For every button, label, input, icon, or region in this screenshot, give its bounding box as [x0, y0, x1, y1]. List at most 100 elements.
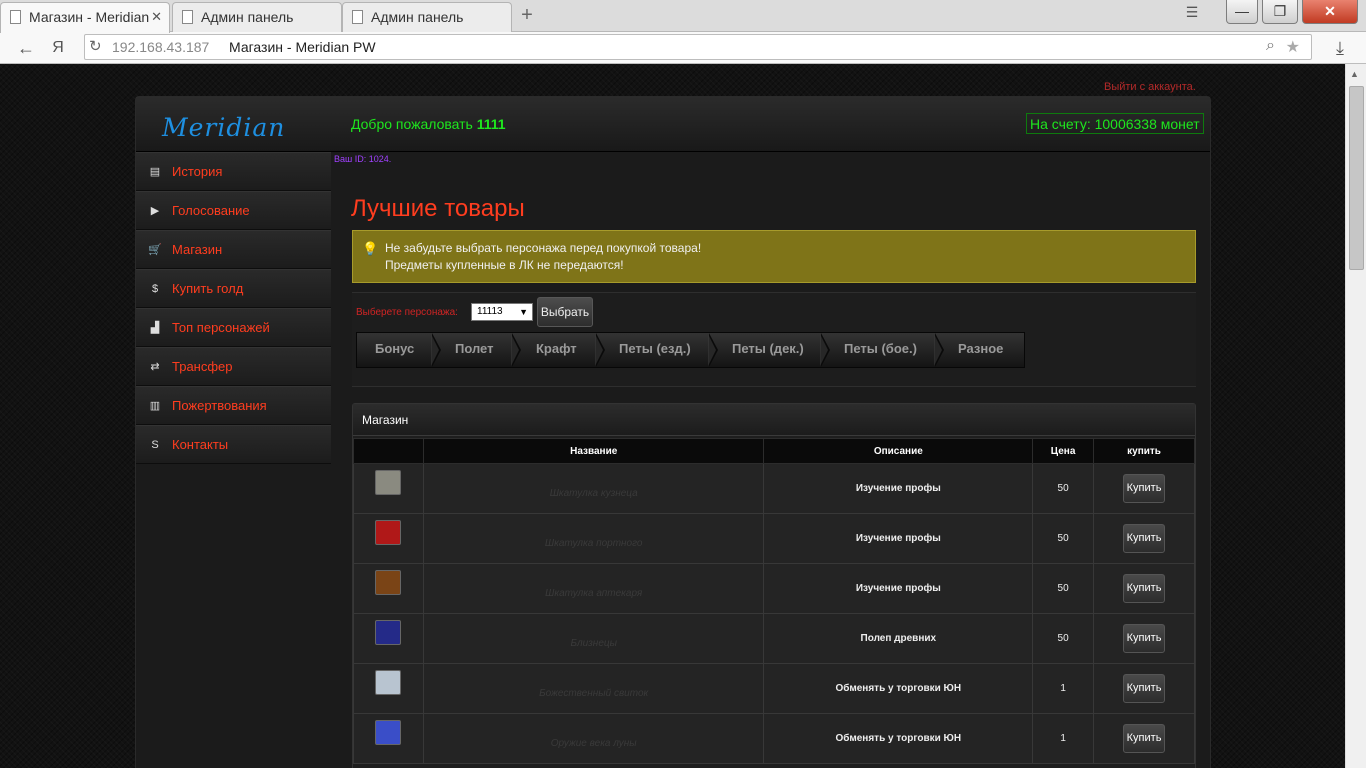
page-scrollbar[interactable]: ▲: [1345, 64, 1366, 768]
zoom-icon[interactable]: ⌕: [1266, 37, 1275, 55]
address-bar[interactable]: ↻ 192.168.43.187 Магазин - Meridian PW ⌕…: [84, 34, 1312, 60]
scrollbar-thumb[interactable]: [1349, 86, 1364, 270]
logout-link[interactable]: Выйти с аккаунта.: [1104, 81, 1196, 93]
tab-pets-battle[interactable]: Петы (бое.): [844, 333, 917, 367]
item-name: Шкатулка аптекаря: [422, 563, 765, 614]
tab-pets-mount[interactable]: Петы (езд.): [619, 333, 691, 367]
item-price: 50: [1032, 513, 1095, 564]
sidebar-item-vote[interactable]: ▶ Голосование: [136, 191, 331, 230]
sidebar-item-history[interactable]: ▤ История: [136, 152, 331, 191]
scroll-up-icon[interactable]: ▲: [1350, 69, 1359, 79]
shop-panel: Магазин Название Описание Цена купить Шк…: [352, 403, 1196, 768]
buy-button[interactable]: Купить: [1123, 674, 1166, 703]
item-icon: [375, 470, 402, 495]
download-icon[interactable]: ⤓: [1328, 36, 1352, 60]
character-select[interactable]: 11113 ▼: [471, 303, 533, 321]
back-icon[interactable]: ←: [14, 36, 38, 60]
bookmark-star-icon[interactable]: ★: [1286, 37, 1300, 57]
buy-button[interactable]: Купить: [1123, 624, 1166, 653]
welcome-prefix: Добро пожаловать: [351, 116, 477, 132]
donate-icon: ▥: [149, 400, 161, 412]
top-icon: ▟: [150, 322, 160, 334]
new-tab-button[interactable]: +: [514, 4, 540, 28]
sidebar-item-contacts[interactable]: S Контакты: [136, 425, 331, 464]
item-price: 1: [1032, 663, 1095, 714]
sidebar-item-label: Контакты: [172, 437, 229, 452]
user-id: Ваш ID: 1024.: [334, 154, 392, 164]
column-header-icon: [353, 438, 424, 464]
maximize-button[interactable]: ❐: [1262, 0, 1298, 24]
close-icon[interactable]: ✕: [151, 3, 162, 31]
cart-icon: 🛒: [148, 244, 162, 256]
item-description: Обменять у торговки ЮН: [763, 713, 1034, 764]
sidebar-item-top-characters[interactable]: ▟ Топ персонажей: [136, 308, 331, 347]
tab-title: Магазин - Meridian PW: [29, 9, 153, 25]
item-icon-cell: [353, 613, 424, 664]
menu-icon[interactable]: ☰: [1180, 0, 1204, 24]
item-name: Шкатулка кузнеца: [422, 463, 765, 514]
close-window-button[interactable]: ✕: [1302, 0, 1358, 24]
sidebar-item-transfer[interactable]: ⇄ Трансфер: [136, 347, 331, 386]
yandex-icon[interactable]: Я: [46, 36, 70, 60]
tab-misc[interactable]: Разное: [958, 333, 1003, 367]
buy-button[interactable]: Купить: [1123, 724, 1166, 753]
buy-button[interactable]: Купить: [1123, 524, 1166, 553]
tab-strip: Магазин - Meridian PW ✕ Админ панель Адм…: [0, 0, 1366, 33]
tab-bonus[interactable]: Бонус: [375, 333, 414, 367]
sidebar-item-donations[interactable]: ▥ Пожертвования: [136, 386, 331, 425]
balance-display: На счету: 10006338 монет: [1026, 113, 1204, 134]
sidebar-item-label: Топ персонажей: [172, 320, 270, 335]
sidebar-item-buy-gold[interactable]: $ Купить голд: [136, 269, 331, 308]
item-name: Близнецы: [422, 613, 765, 664]
buy-button[interactable]: Купить: [1123, 474, 1166, 503]
table-row: Шкатулка аптекаря Изучение профы 50 Купить: [353, 563, 1195, 614]
item-description: Изучение профы: [763, 463, 1034, 514]
item-icon-cell: [353, 713, 424, 764]
character-box: Выберете персонажа: 11113 ▼ Выбрать Бону…: [352, 292, 1196, 387]
main-panel: Meridian Добро пожаловать 1111 На счету:…: [135, 96, 1211, 768]
reload-icon[interactable]: ↻: [89, 37, 102, 55]
item-icon: [375, 670, 402, 695]
item-price: 1: [1032, 713, 1095, 764]
buy-button[interactable]: Купить: [1123, 574, 1166, 603]
table-row: Божественный свиток Обменять у торговки Ю…: [353, 663, 1195, 714]
column-header-name: Название: [422, 438, 765, 464]
item-icon: [375, 720, 402, 745]
character-select-value: 11113: [477, 306, 503, 317]
browser-tab-admin-2[interactable]: Админ панель: [342, 2, 512, 32]
table-row: Шкатулка портного Изучение профы 50 Купить: [353, 513, 1195, 564]
sidebar-item-label: История: [172, 164, 223, 179]
minimize-button[interactable]: —: [1226, 0, 1258, 24]
sidebar-item-shop[interactable]: 🛒 Магазин: [136, 230, 331, 269]
item-icon-cell: [353, 463, 424, 514]
browser-tab-admin-1[interactable]: Админ панель: [172, 2, 342, 32]
item-price: 50: [1032, 613, 1095, 664]
page-title: Лучшие товары: [351, 195, 525, 222]
table-header-row: Название Описание Цена купить: [353, 438, 1195, 464]
sidebar-item-label: Пожертвования: [172, 398, 267, 413]
table-row: Шкатулка кузнеца Изучение профы 50 Купить: [353, 463, 1195, 514]
sidebar-item-label: Купить голд: [172, 281, 244, 296]
item-icon-cell: [353, 513, 424, 564]
browser-chrome: Магазин - Meridian PW ✕ Админ панель Адм…: [0, 0, 1366, 64]
tab-craft[interactable]: Крафт: [536, 333, 577, 367]
column-header-buy: купить: [1093, 438, 1195, 464]
tab-pets-decor[interactable]: Петы (дек.): [732, 333, 804, 367]
url-page-title: Магазин - Meridian PW: [229, 39, 376, 55]
notice-line-1: Не забудьте выбрать персонажа перед поку…: [385, 241, 702, 255]
choose-button[interactable]: Выбрать: [537, 297, 593, 327]
shop-table: Название Описание Цена купить Шкатулка к…: [353, 438, 1195, 764]
tab-separator: [934, 333, 944, 367]
site-logo[interactable]: Meridian: [162, 113, 285, 142]
item-icon-cell: [353, 563, 424, 614]
notice-line-2: Предметы купленные в ЛК не передаются!: [385, 258, 624, 272]
buy-cell: Купить: [1093, 563, 1195, 614]
category-tabs: Бонус Полет Крафт Петы (езд.) Петы (дек.…: [356, 332, 1025, 368]
item-name: Божественный свиток: [422, 663, 765, 714]
sidebar-item-label: Голосование: [172, 203, 250, 218]
tab-flight[interactable]: Полет: [455, 333, 493, 367]
gold-icon: $: [151, 283, 159, 295]
item-price: 50: [1032, 563, 1095, 614]
page-icon: [10, 10, 21, 24]
browser-tab-shop[interactable]: Магазин - Meridian PW ✕: [0, 2, 170, 33]
